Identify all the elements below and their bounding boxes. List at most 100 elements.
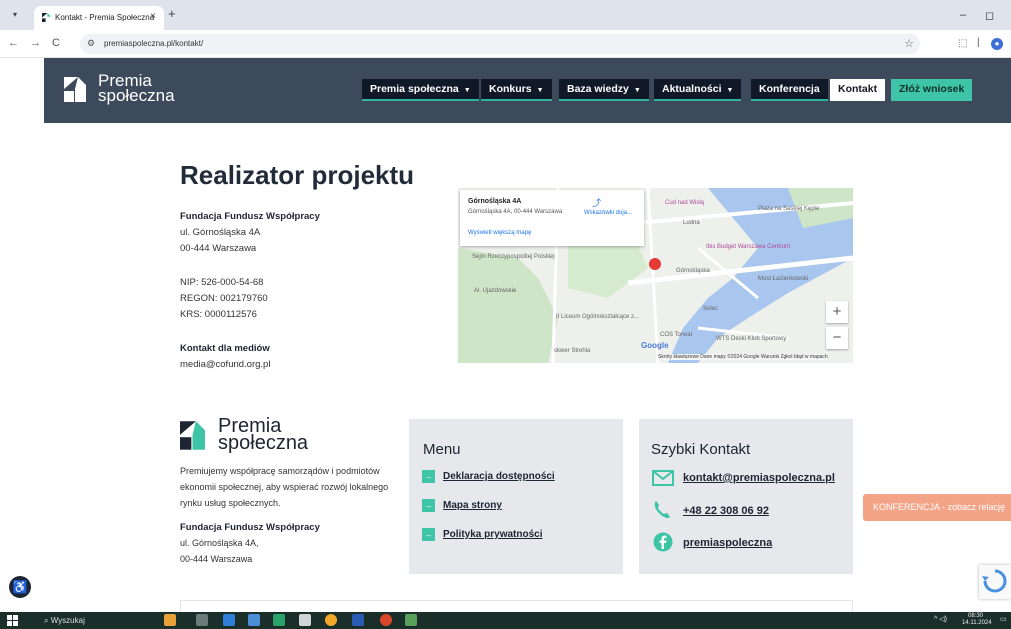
map-place-address: Górnośląska 4A, 00-444 Warszawa — [468, 209, 563, 215]
taskbar-app-icon[interactable] — [273, 614, 285, 626]
nav-kontakt[interactable]: Kontakt — [830, 79, 886, 101]
taskbar-time[interactable]: 08:30 — [968, 613, 983, 619]
arrow-right-icon: → — [422, 499, 435, 512]
phone-icon — [654, 501, 670, 518]
footer-desc-line: ekonomii społecznej, aby wspierać rozwój… — [180, 482, 389, 492]
word-taskbar-icon[interactable] — [352, 614, 364, 626]
google-wordmark: Google — [641, 341, 669, 350]
map-attribution[interactable]: Skróty klawiszowe Dane mapy ©2024 Google… — [658, 354, 828, 360]
new-tab-button[interactable]: + — [168, 6, 176, 21]
recaptcha-badge[interactable] — [979, 565, 1011, 599]
larger-map-link[interactable]: Wyświetl większą mapę — [468, 230, 531, 236]
forward-button[interactable]: → — [30, 37, 41, 49]
notifications-icon[interactable]: ▭ — [1000, 615, 1007, 623]
premia-logo-icon[interactable] — [64, 77, 86, 102]
site-info-icon[interactable]: ⚙ — [87, 38, 95, 49]
conference-button[interactable]: KONFERENCJA - zobacz relację — [863, 494, 1011, 521]
minimize-button[interactable]: – — [960, 9, 966, 21]
chrome-taskbar-icon[interactable] — [325, 614, 337, 626]
map-label-solec: Solec — [703, 306, 719, 312]
chevron-down-icon: ▼ — [633, 87, 641, 94]
directions-icon[interactable]: ⤴ — [592, 196, 601, 209]
browser-tab[interactable]: Kontakt - Premia Społeczna × — [34, 6, 164, 30]
taskbar-search[interactable]: ⌕ Wyszukaj — [44, 613, 144, 628]
footer-desc-line: rynku usług społecznych. — [180, 498, 281, 508]
nav-aktualnosci[interactable]: Aktualności ▼ — [654, 79, 742, 101]
org-krs: KRS: 0000112576 — [180, 309, 257, 320]
page-title: Realizator projektu — [180, 160, 415, 190]
footer-street: ul. Górnośląska 4A, — [180, 538, 259, 548]
footer-logo-line-2: społeczna — [218, 432, 309, 454]
chevron-down-icon: ▼ — [536, 87, 544, 94]
map-label-skwer: skwer Strehla — [554, 348, 591, 354]
task-view-icon[interactable] — [196, 614, 208, 626]
bookmark-star-icon[interactable]: ☆ — [904, 37, 914, 50]
site-logo-text[interactable]: Premia społeczna — [98, 72, 175, 104]
address-bar[interactable]: ⚙ premiaspoleczna.pl/kontakt/ ☆ — [80, 34, 920, 54]
nav-premia-spoleczna[interactable]: Premia społeczna ▼ — [362, 79, 479, 101]
menu-divider-icon: | — [977, 37, 980, 48]
map-label-liceum: II Liceum Ogólnokształcące z... — [556, 314, 640, 320]
map-label-plaza: Plaża na Saskiej Kępie — [758, 206, 820, 212]
footer-menu-link[interactable]: Polityka prywatności — [443, 529, 542, 540]
nav-label: Baza wiedzy — [567, 83, 629, 95]
accessibility-icon[interactable]: ♿ — [9, 576, 31, 598]
apply-button[interactable]: Złóż wniosek — [891, 79, 973, 101]
maximize-button[interactable]: ◻ — [985, 9, 994, 22]
map-label-ludna: Ludna — [683, 220, 700, 226]
nav-konferencja[interactable]: Konferencja — [751, 79, 828, 101]
profile-avatar-icon[interactable]: ● — [991, 38, 1003, 50]
arrow-right-icon: → — [422, 470, 435, 483]
footer-desc-line: Premiujemy współpracę samorządów i podmi… — [180, 466, 380, 476]
taskbar-app-icon[interactable] — [164, 614, 176, 626]
footer-logo-text[interactable]: Premia społeczna — [218, 416, 309, 454]
map-label-ujazdowskie: Al. Ujazdowskie — [474, 288, 517, 294]
back-button[interactable]: ← — [8, 37, 19, 49]
nav-konkurs[interactable]: Konkurs ▼ — [481, 79, 552, 101]
contact-phone-link[interactable]: +48 22 308 06 92 — [683, 505, 769, 517]
windows-start-icon[interactable] — [7, 615, 18, 626]
map-zoom-out-button[interactable]: − — [826, 327, 848, 349]
org-city: 00-444 Warszawa — [180, 243, 257, 254]
org-name: Fundacja Fundusz Współpracy — [180, 211, 320, 222]
url-text: premiaspoleczna.pl/kontakt/ — [104, 39, 204, 48]
nav-label: Aktualności — [662, 83, 722, 95]
org-nip: NIP: 526-000-54-68 — [180, 277, 264, 288]
taskbar-date[interactable]: 14.11.2024 — [962, 620, 992, 626]
search-icon: ⌕ — [44, 616, 51, 625]
media-email[interactable]: media@cofund.org.pl — [180, 359, 270, 370]
footer-logo-icon[interactable] — [180, 421, 205, 450]
nav-baza-wiedzy[interactable]: Baza wiedzy ▼ — [559, 79, 649, 101]
taskbar-app-icon[interactable] — [380, 614, 392, 626]
extensions-icon[interactable]: ⬚ — [958, 38, 967, 49]
org-street: ul. Górnośląska 4A — [180, 227, 261, 238]
map-label-most: Most Łazienkowski — [758, 276, 809, 282]
map-pin-icon[interactable] — [649, 258, 661, 270]
footer-menu-link[interactable]: Deklaracja dostępności — [443, 471, 555, 482]
map-zoom-in-button[interactable]: + — [826, 301, 848, 323]
nav-label: Kontakt — [838, 83, 878, 95]
tab-list-icon[interactable]: ▾ — [8, 8, 22, 22]
taskbar-app-icon[interactable] — [405, 614, 417, 626]
footer-bottom-strip — [180, 600, 853, 612]
close-tab-icon[interactable]: × — [150, 11, 156, 22]
directions-link[interactable]: Wskazówki doja... — [584, 210, 632, 216]
footer-contact-title: Szybki Kontakt — [651, 441, 751, 458]
contact-email-link[interactable]: kontakt@premiaspoleczna.pl — [683, 472, 835, 484]
taskbar-app-icon[interactable] — [248, 614, 260, 626]
map-info-card: Górnośląska 4A Górnośląska 4A, 00-444 Wa… — [460, 190, 644, 246]
footer-org-name: Fundacja Fundusz Współpracy — [180, 522, 320, 533]
taskbar-search-label: Wyszukaj — [50, 616, 85, 625]
taskbar-app-icon[interactable] — [223, 614, 235, 626]
footer-menu-title: Menu — [423, 441, 461, 458]
taskbar-app-icon[interactable] — [299, 614, 311, 626]
nav-label: Złóż wniosek — [899, 83, 965, 95]
map-label-cud: Cud nad Wisłą — [665, 200, 705, 206]
contact-facebook-link[interactable]: premiaspoleczna — [683, 537, 772, 549]
footer-menu-link[interactable]: Mapa strony — [443, 500, 502, 511]
reload-button[interactable]: C — [52, 37, 60, 49]
email-icon — [652, 470, 674, 486]
favicon-icon — [42, 13, 51, 22]
tray-icons[interactable]: ^ ◁) — [934, 615, 947, 623]
map-label-ibis: Ibis Budget Warszawa Centrum — [706, 244, 791, 250]
